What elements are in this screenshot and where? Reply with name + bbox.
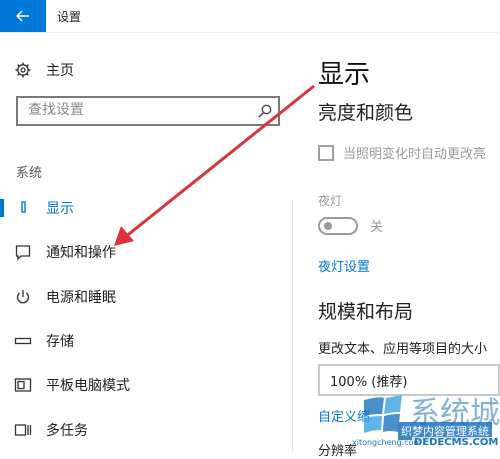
- night-light-toggle[interactable]: [318, 216, 358, 235]
- sidebar-item-label: 多任务: [46, 423, 88, 439]
- night-light-label: 夜灯: [318, 194, 343, 208]
- night-light-state: 关: [370, 220, 384, 235]
- toggle-knob: [324, 221, 332, 230]
- sidebar-item-power[interactable]: 电源和睡眠: [0, 277, 290, 317]
- sidebar-item-label: 通知和操作: [46, 245, 116, 261]
- auto-brightness-checkbox[interactable]: [318, 144, 334, 161]
- home-label: 主页: [46, 63, 74, 79]
- scale-value: 100% (推荐): [330, 374, 408, 390]
- sidebar-item-home[interactable]: 主页: [14, 58, 74, 82]
- watermark: 系统城 织梦内容管理系统 DEDECMS.COM xitongcheng.com: [352, 390, 500, 452]
- section-label-system: 系统: [16, 166, 43, 181]
- notification-icon: [14, 243, 32, 261]
- multitask-icon: [14, 421, 32, 439]
- sidebar-item-storage[interactable]: 存储: [0, 321, 290, 361]
- watermark-line3: xitongcheng.com: [352, 438, 422, 447]
- arrow-left-icon: [16, 10, 29, 22]
- monitor-icon: [14, 199, 32, 217]
- scale-heading: 规模和布局: [318, 301, 414, 323]
- search-input[interactable]: [18, 98, 248, 122]
- tablet-mode-icon: [14, 376, 32, 394]
- power-icon: [14, 288, 32, 306]
- watermark-line2: DEDECMS.COM: [412, 437, 500, 448]
- sidebar-item-display[interactable]: 显示: [0, 188, 290, 228]
- pane-divider: [292, 200, 293, 452]
- gear-icon: [14, 61, 32, 79]
- search-icon[interactable]: [257, 103, 273, 119]
- back-button[interactable]: [0, 0, 46, 32]
- search-box[interactable]: [16, 96, 280, 126]
- sidebar-item-label: 显示: [46, 201, 74, 217]
- title-bar: 设置: [0, 0, 500, 33]
- sidebar-item-label: 平板电脑模式: [46, 378, 130, 394]
- sidebar-item-multitasking[interactable]: 多任务: [0, 410, 290, 450]
- sidebar-item-tablet-mode[interactable]: 平板电脑模式: [0, 365, 290, 405]
- active-indicator: [0, 199, 4, 217]
- sidebar-item-label: 电源和睡眠: [46, 290, 116, 306]
- window-title: 设置: [57, 10, 82, 24]
- scale-description: 更改文本、应用等项目的大小: [318, 342, 488, 357]
- night-light-settings-link[interactable]: 夜灯设置: [318, 256, 370, 275]
- auto-brightness-row[interactable]: 当照明变化时自动更改亮: [318, 143, 486, 162]
- sidebar-item-label: 存储: [46, 334, 74, 350]
- auto-brightness-label: 当照明变化时自动更改亮: [343, 147, 487, 162]
- night-light-row: 关: [318, 216, 383, 235]
- brightness-heading: 亮度和颜色: [318, 102, 414, 124]
- storage-icon: [14, 332, 32, 350]
- sidebar-item-notifications[interactable]: 通知和操作: [0, 232, 290, 272]
- page-title: 显示: [318, 60, 371, 90]
